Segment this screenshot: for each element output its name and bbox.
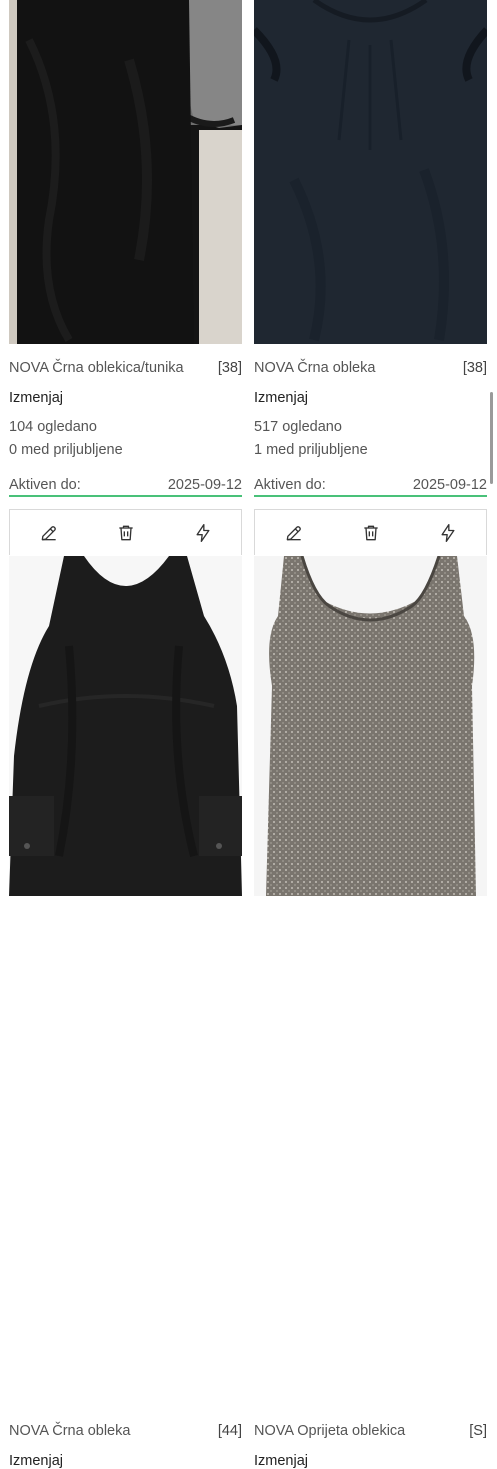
listing-title-row: NOVA Črna obleka [44]: [9, 1423, 242, 1439]
listing-title-row: NOVA Črna oblekica/tunika [38]: [9, 360, 242, 376]
listing-photo[interactable]: [9, 0, 242, 344]
edit-link[interactable]: Izmenjaj: [9, 1453, 63, 1469]
listing-size: [38]: [462, 360, 487, 376]
favorites-count: 1 med priljubljene: [254, 442, 368, 458]
views-count: 104 ogledano: [9, 419, 97, 435]
scrollbar[interactable]: [490, 392, 493, 484]
favorites-count: 0 med priljubljene: [9, 442, 123, 458]
lightning-icon[interactable]: [436, 521, 460, 545]
listing-photo[interactable]: [254, 556, 487, 896]
listing-title[interactable]: NOVA Črna obleka: [254, 360, 375, 376]
listing-title[interactable]: NOVA Oprijeta oblekica: [254, 1423, 405, 1439]
edit-link[interactable]: Izmenjaj: [9, 390, 63, 406]
listing-photo[interactable]: [9, 556, 242, 896]
listing-title-row: NOVA Oprijeta oblekica [S]: [254, 1423, 487, 1439]
active-until-row: Aktiven do: 2025-09-12: [9, 477, 242, 497]
pencil-icon[interactable]: [37, 521, 61, 545]
active-until-date: 2025-09-12: [167, 477, 242, 493]
active-until-label: Aktiven do:: [9, 477, 81, 493]
listing-actions: [9, 509, 242, 555]
views-count: 517 ogledano: [254, 419, 342, 435]
edit-link[interactable]: Izmenjaj: [254, 1453, 308, 1469]
listing-size: [S]: [469, 1423, 487, 1439]
trash-icon[interactable]: [114, 521, 138, 545]
active-until-label: Aktiven do:: [254, 477, 326, 493]
listing-title[interactable]: NOVA Črna oblekica/tunika: [9, 360, 184, 376]
trash-icon[interactable]: [359, 521, 383, 545]
pencil-icon[interactable]: [282, 521, 306, 545]
listing-size: [44]: [217, 1423, 242, 1439]
listing-size: [38]: [217, 360, 242, 376]
listing-title-row: NOVA Črna obleka [38]: [254, 360, 487, 376]
edit-link[interactable]: Izmenjaj: [254, 390, 308, 406]
active-until-row: Aktiven do: 2025-09-12: [254, 477, 487, 497]
listing-photo[interactable]: [254, 0, 487, 344]
lightning-icon[interactable]: [191, 521, 215, 545]
active-until-date: 2025-09-12: [412, 477, 487, 493]
listing-title[interactable]: NOVA Črna obleka: [9, 1423, 130, 1439]
listing-actions: [254, 509, 487, 555]
